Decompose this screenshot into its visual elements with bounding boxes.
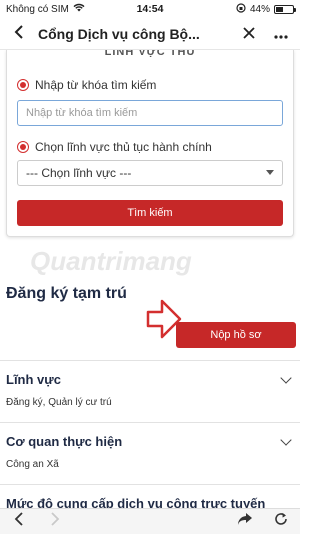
detail-service-level[interactable]: Mức độ cung cấp dịch vụ công trực tuyến [6,496,294,508]
divider [0,484,300,485]
status-right: 44% [236,2,296,16]
back-nav-button[interactable] [10,512,28,531]
submit-dossier-button[interactable]: Nộp hồ sơ [176,322,296,348]
option-field[interactable]: Chọn lĩnh vực thủ tục hành chính [17,140,283,154]
detail-title: Mức độ cung cấp dịch vụ công trực tuyến [6,496,266,508]
more-button[interactable] [270,23,292,45]
field-select[interactable]: --- Chọn lĩnh vực --- [17,160,283,186]
option-keyword-label: Nhập từ khóa tìm kiếm [35,78,157,92]
close-button[interactable] [238,23,260,45]
detail-title: Lĩnh vực [6,372,61,387]
bottom-action-group [236,512,290,531]
divider [0,360,300,361]
radio-keyword[interactable] [17,79,29,91]
status-left: Không có SIM [6,3,236,15]
detail-value: Đăng ký, Quản lý cư trú [6,397,112,408]
chevron-left-icon [13,23,25,44]
detail-value: Công an Xã [6,459,59,470]
option-field-label: Chọn lĩnh vực thủ tục hành chính [35,140,212,154]
more-icon [274,23,288,44]
back-button[interactable] [8,23,30,45]
radio-selected-dot [20,144,26,150]
detail-header: Lĩnh vực [6,371,294,387]
field-select-value: --- Chọn lĩnh vực --- [26,166,132,180]
bottom-toolbar [0,508,300,534]
search-card: LĨNH VỰC THỦ Nhập từ khóa tìm kiếm Chọn … [6,50,294,237]
status-bar: Không có SIM 14:54 44% [0,0,300,18]
search-button[interactable]: Tìm kiếm [17,200,283,226]
nav-bar: Cổng Dịch vụ công Bộ... [0,18,300,50]
forward-nav-button[interactable] [46,512,64,531]
detail-field[interactable]: Lĩnh vực Đăng ký, Quản lý cư trú [6,371,294,408]
chevron-left-icon [14,512,23,526]
watermark: Quantrimang [30,246,192,276]
close-icon [243,23,255,44]
detail-title: Cơ quan thực hiện [6,434,123,449]
orientation-lock-icon [236,2,246,16]
page-title: Cổng Dịch vụ công Bộ... [38,25,200,42]
carrier-text: Không có SIM [6,3,69,15]
battery-fill [276,6,284,12]
share-button[interactable] [236,512,254,531]
chevron-down-icon [280,433,292,446]
search-input[interactable] [17,100,283,126]
caret-down-icon [266,170,274,175]
battery-percent: 44% [249,3,270,15]
detail-header: Cơ quan thực hiện [6,433,294,449]
chevron-right-icon [51,512,60,526]
radio-field[interactable] [17,141,29,153]
detail-header: Mức độ cung cấp dịch vụ công trực tuyến [6,496,294,508]
radio-selected-dot [20,82,26,88]
nav-actions [238,23,292,45]
divider [0,422,300,423]
main-content: LĨNH VỰC THỦ Nhập từ khóa tìm kiếm Chọn … [0,50,300,508]
share-icon [238,513,252,525]
chevron-down-icon [280,371,292,384]
battery-icon [274,4,296,14]
reload-icon [275,513,287,525]
reload-button[interactable] [272,512,290,531]
wifi-icon [73,3,85,15]
option-keyword[interactable]: Nhập từ khóa tìm kiếm [17,78,283,92]
bottom-nav-group [10,512,64,531]
search-card-title: LĨNH VỰC THỦ [104,50,196,58]
detail-agency[interactable]: Cơ quan thực hiện Công an Xã [6,433,294,470]
